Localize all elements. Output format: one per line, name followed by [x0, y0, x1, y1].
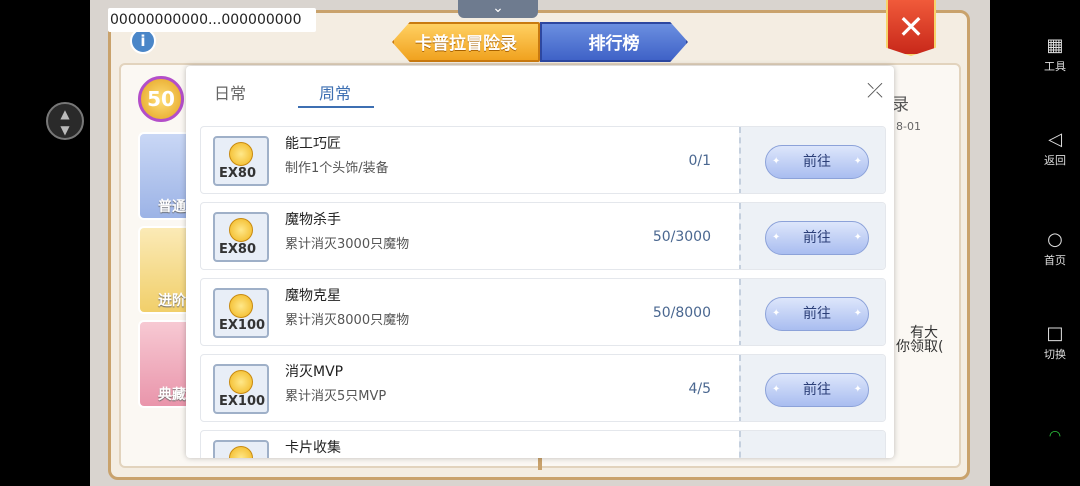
badge-label: EX80 [219, 166, 256, 181]
sidebar-item-label: 切换 [1044, 348, 1066, 361]
task-title: 卡片收集 [285, 440, 341, 456]
right-panel-date: 8-01 [896, 120, 921, 133]
crown-badge-icon: EX80 [213, 136, 269, 186]
sidebar-item-label: 返回 [1044, 154, 1066, 167]
home-icon: ○ [1047, 229, 1063, 250]
game-area: ⌄ i 卡普拉冒险录 排行榜 ✕ 50 普通 进阶 典藏 录 8-01 有大 你… [90, 0, 990, 486]
screen: ⌄ i 卡普拉冒险录 排行榜 ✕ 50 普通 进阶 典藏 录 8-01 有大 你… [0, 0, 1080, 486]
tab-underline [298, 106, 374, 108]
task-row: EX80 魔物杀手 累计消灭3000只魔物 50/3000 前往 [200, 202, 886, 270]
task-title: 消灭MVP [285, 364, 344, 380]
sidebar-item-switch[interactable]: □ 切换 [1030, 322, 1080, 362]
tab-adventure[interactable]: 卡普拉冒险录 [392, 22, 540, 62]
task-progress: 4/5 [688, 381, 711, 397]
sidebar-item-tools[interactable]: ▦ 工具 [1030, 34, 1080, 74]
task-desc: 制作1个头饰/装备 [285, 161, 389, 176]
dialog-tabs: 日常 周常 ⤫ [186, 66, 894, 112]
switch-icon: □ [1046, 323, 1064, 344]
category-label: 典藏 [158, 387, 186, 403]
wifi-icon: ◠ [1048, 428, 1062, 444]
sidebar-item-label: 工具 [1044, 60, 1066, 73]
task-title: 魔物杀手 [285, 212, 341, 228]
badge-label: EX100 [219, 318, 266, 333]
crown-icon [229, 142, 253, 166]
task-row: EX100 消灭MVP 累计消灭5只MVP 4/5 前往 [200, 354, 886, 422]
crown-badge-icon: EX100 [213, 288, 269, 338]
badge-label: EX100 [219, 394, 266, 409]
task-progress: 50/3000 [652, 229, 711, 245]
tab-daily[interactable]: 日常 [214, 80, 246, 104]
go-button[interactable]: 前往 [765, 145, 869, 179]
task-desc: 累计消灭3000只魔物 [285, 237, 410, 252]
crown-badge-icon [213, 440, 269, 458]
debug-overlay-text: 00000000000...000000000 [108, 8, 316, 32]
crown-icon [229, 370, 253, 394]
crown-icon [229, 218, 253, 242]
close-icon[interactable]: ⤫ [864, 80, 886, 102]
go-button[interactable]: 前往 [765, 221, 869, 255]
task-desc: 累计消灭8000只魔物 [285, 313, 410, 328]
chevron-down-icon[interactable]: ⌄ [458, 0, 538, 18]
sidebar-item-back[interactable]: ◁ 返回 [1030, 128, 1080, 168]
right-panel-title: 录 [892, 95, 909, 115]
crown-icon [229, 446, 253, 458]
task-title: 能工巧匠 [285, 136, 341, 152]
tab-weekly[interactable]: 周常 [319, 80, 351, 104]
back-icon: ◁ [1048, 129, 1062, 150]
close-icon[interactable]: ✕ [886, 0, 936, 56]
task-row: 卡片收集 [200, 430, 886, 458]
task-row: EX80 能工巧匠 制作1个头饰/装备 0/1 前往 [200, 126, 886, 194]
category-label: 普通 [158, 199, 186, 215]
task-title: 魔物克星 [285, 288, 341, 304]
task-row: EX100 魔物克星 累计消灭8000只魔物 50/8000 前往 [200, 278, 886, 346]
crown-badge-icon: EX80 [213, 212, 269, 262]
sidebar-item-label: 首页 [1044, 254, 1066, 267]
sidebar-item-home[interactable]: ○ 首页 [1030, 228, 1080, 268]
task-list: EX80 能工巧匠 制作1个头饰/装备 0/1 前往 EX80 魔物杀手 累计消… [200, 126, 886, 458]
task-desc: 累计消灭5只MVP [285, 389, 387, 404]
crown-icon [229, 294, 253, 318]
task-progress: 0/1 [688, 153, 711, 169]
go-button[interactable]: 前往 [765, 373, 869, 407]
crown-badge-icon: EX100 [213, 364, 269, 414]
tab-rank[interactable]: 排行榜 [540, 22, 688, 62]
badge-label: EX80 [219, 242, 256, 257]
right-panel-text: 你领取( [896, 339, 944, 355]
task-dialog: 日常 周常 ⤫ EX80 能工巧匠 制作1个头饰/装备 0/1 前往 [186, 66, 894, 458]
task-action-area [739, 431, 885, 458]
category-label: 进阶 [158, 293, 186, 309]
scroll-toggle-icon[interactable]: ▲ ▼ [46, 102, 84, 140]
system-sidebar: ▦ 工具 ◁ 返回 ○ 首页 □ 切换 ◠ [1030, 0, 1080, 486]
grid-icon: ▦ [1046, 35, 1064, 56]
task-progress: 50/8000 [652, 305, 711, 321]
go-button[interactable]: 前往 [765, 297, 869, 331]
level-badge: 50 [138, 76, 184, 122]
